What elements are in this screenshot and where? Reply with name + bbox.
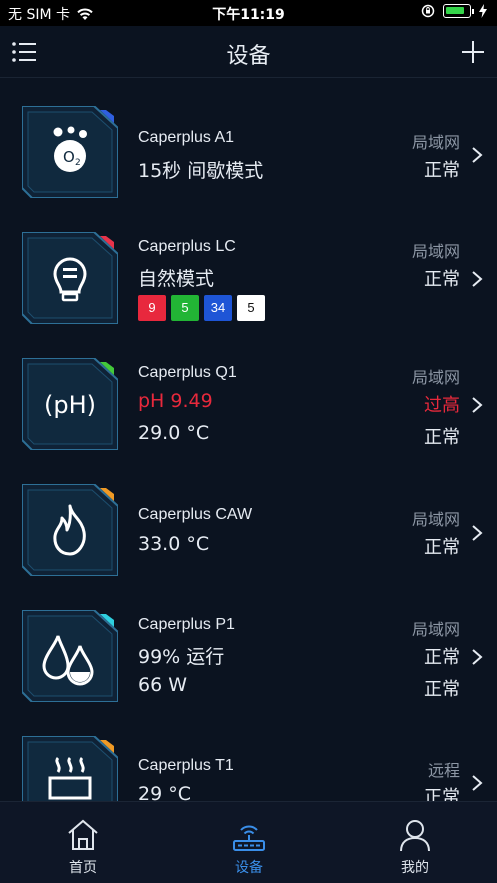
device-name: Caperplus CAW — [138, 506, 253, 523]
channel-values: 9 5 34 5 — [138, 295, 265, 321]
status-bar: 无 SIM 卡 下午11:19 — [0, 0, 497, 26]
tab-profile[interactable]: 我的 — [332, 802, 497, 883]
nav-bar: 设备 — [0, 26, 497, 78]
tab-home[interactable]: 首页 — [0, 802, 166, 883]
channel-chip-blue: 34 — [204, 295, 232, 321]
tab-label: 我的 — [401, 860, 429, 876]
device-name: Caperplus LC — [138, 238, 236, 255]
rotation-lock-icon — [421, 4, 435, 18]
connection-type: 局域网 — [411, 368, 460, 387]
svg-text:(pH): (pH) — [44, 391, 96, 419]
device-status: 正常 — [424, 787, 460, 801]
ph-reading: pH 9.49 — [138, 390, 213, 412]
device-mode: 15秒 间歇模式 — [138, 160, 264, 182]
device-row-caw[interactable]: Caperplus CAW 33.0 °C 局域网 正常 — [0, 484, 497, 584]
page-title: 设备 — [226, 44, 271, 69]
device-row-t1[interactable]: Caperplus T1 29 °C 远程 正常 — [0, 736, 497, 801]
tab-label: 首页 — [69, 860, 97, 876]
device-tile-p1 — [22, 610, 118, 702]
power-reading: 66 W — [138, 674, 188, 696]
device-mode: 自然模式 — [138, 268, 215, 290]
device-tile-t1 — [22, 736, 118, 801]
power-status: 正常 — [424, 679, 460, 700]
svg-text:O: O — [63, 148, 75, 166]
charging-icon — [479, 4, 487, 18]
channel-chip-red: 9 — [138, 295, 166, 321]
device-row-lc[interactable]: Caperplus LC 自然模式 9 5 34 5 局域网 正常 — [0, 232, 497, 332]
temperature-reading: 29.0 °C — [138, 422, 210, 444]
connection-type: 远程 — [427, 761, 460, 780]
temperature-status: 正常 — [424, 427, 460, 448]
tab-bar: 首页 设备 我的 — [0, 801, 497, 883]
pump-speed: 99% 运行 — [138, 646, 225, 668]
add-device-icon[interactable] — [461, 40, 485, 64]
chevron-right-icon — [472, 775, 483, 791]
home-icon — [68, 819, 98, 850]
device-row-a1[interactable]: O 2 Caperplus A1 15秒 间歇模式 局域网 正常 — [0, 106, 497, 206]
device-row-p1[interactable]: Caperplus P1 99% 运行 66 W 局域网 正常 正常 — [0, 610, 497, 710]
device-tile-a1: O 2 — [22, 106, 118, 198]
chevron-right-icon — [472, 271, 483, 287]
device-name: Caperplus Q1 — [138, 364, 237, 381]
chevron-right-icon — [472, 649, 483, 665]
tab-label: 设备 — [235, 860, 263, 876]
svg-text:2: 2 — [75, 158, 81, 168]
device-name: Caperplus A1 — [138, 129, 235, 146]
ph-status: 过高 — [424, 395, 460, 416]
temperature-reading: 29 °C — [138, 783, 191, 801]
connection-type: 局域网 — [411, 620, 460, 639]
channel-chip-white: 5 — [237, 295, 265, 321]
person-icon — [400, 820, 430, 852]
ph-icon: (pH) — [44, 391, 96, 419]
connection-type: 局域网 — [411, 510, 460, 529]
device-status: 正常 — [424, 537, 460, 558]
device-list[interactable]: O 2 Caperplus A1 15秒 间歇模式 局域网 正常 Caperpl… — [0, 79, 497, 801]
device-status: 正常 — [424, 160, 460, 181]
device-tile-q1: (pH) — [22, 358, 118, 450]
device-row-q1[interactable]: (pH) Caperplus Q1 pH 9.49 29.0 °C 局域网 过高… — [0, 358, 497, 458]
device-name: Caperplus P1 — [138, 616, 235, 633]
channel-chip-green: 5 — [171, 295, 199, 321]
chevron-right-icon — [472, 397, 483, 413]
chevron-right-icon — [472, 525, 483, 541]
tab-devices[interactable]: 设备 — [166, 802, 332, 883]
device-tile-caw — [22, 484, 118, 576]
battery-icon — [443, 4, 474, 18]
device-tile-lc — [22, 232, 118, 324]
oxygen-icon: O 2 — [53, 126, 87, 172]
device-status: 正常 — [424, 647, 460, 668]
chevron-right-icon — [472, 147, 483, 163]
connection-type: 局域网 — [411, 242, 460, 261]
device-status: 正常 — [424, 269, 460, 290]
device-name: Caperplus T1 — [138, 757, 234, 774]
connection-type: 局域网 — [411, 133, 460, 152]
router-icon — [233, 825, 265, 851]
temperature-reading: 33.0 °C — [138, 533, 210, 555]
